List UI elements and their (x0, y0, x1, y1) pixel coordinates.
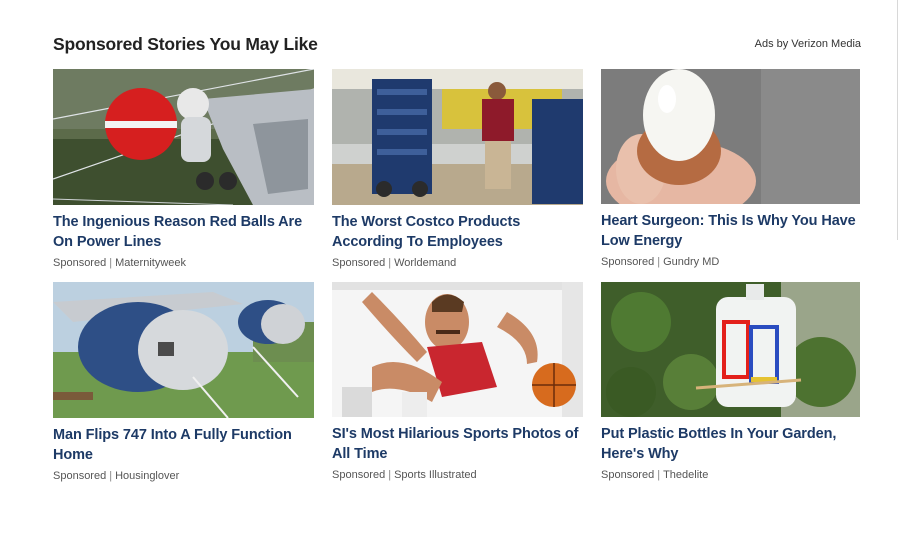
sponsor-source: Sports Illustrated (394, 469, 477, 481)
costco-warehouse-image (332, 69, 583, 205)
story-meta: Sponsored | Gundry MD (601, 256, 860, 268)
story-card-egg[interactable]: Heart Surgeon: This Is Why You Have Low … (601, 69, 860, 268)
meta-separator: | (109, 470, 113, 482)
story-card-red-balls[interactable]: The Ingenious Reason Red Balls Are On Po… (53, 69, 314, 269)
sponsor-source: Thedelite (663, 469, 709, 481)
sponsored-label: Sponsored (332, 257, 386, 269)
story-meta: Sponsored | Housinglover (53, 470, 314, 482)
peeled-egg-image (601, 69, 860, 204)
section-title: Sponsored Stories You May Like (53, 34, 318, 54)
story-thumbnail[interactable] (53, 69, 314, 205)
meta-separator: | (388, 257, 392, 269)
story-card-747-home[interactable]: Man Flips 747 Into A Fully Function Home… (53, 282, 314, 482)
sponsored-label: Sponsored (601, 256, 655, 268)
sponsor-source: Gundry MD (663, 256, 720, 268)
meta-separator: | (657, 256, 661, 268)
story-thumbnail[interactable] (332, 69, 583, 205)
sponsored-label: Sponsored (601, 469, 655, 481)
story-title[interactable]: Put Plastic Bottles In Your Garden, Here… (601, 424, 860, 464)
story-meta: Sponsored | Sports Illustrated (332, 469, 583, 481)
story-thumbnail[interactable] (332, 282, 583, 417)
sponsor-source: Maternityweek (115, 257, 186, 269)
story-meta: Sponsored | Maternityweek (53, 257, 314, 269)
red-ball-powerline-image (53, 69, 314, 205)
story-thumbnail[interactable] (601, 69, 860, 204)
story-thumbnail[interactable] (53, 282, 314, 418)
page-divider (897, 0, 898, 240)
story-meta: Sponsored | Worldemand (332, 257, 583, 269)
bottle-bird-feeder-image (601, 282, 860, 417)
sponsored-label: Sponsored (332, 469, 386, 481)
sponsor-source: Housinglover (115, 470, 180, 482)
sponsored-header: Sponsored Stories You May Like Ads by Ve… (53, 34, 861, 56)
basketball-player-image (332, 282, 583, 417)
sponsored-label: Sponsored (53, 257, 107, 269)
sponsor-source: Worldemand (394, 257, 457, 269)
story-meta: Sponsored | Thedelite (601, 469, 860, 481)
story-card-si-photos[interactable]: SI's Most Hilarious Sports Photos of All… (332, 282, 583, 481)
story-card-costco[interactable]: The Worst Costco Products According To E… (332, 69, 583, 269)
story-title[interactable]: The Ingenious Reason Red Balls Are On Po… (53, 212, 314, 252)
airplane-home-image (53, 282, 314, 418)
story-title[interactable]: Man Flips 747 Into A Fully Function Home (53, 425, 314, 465)
ads-attribution-link[interactable]: Ads by Verizon Media (755, 38, 861, 50)
sponsored-label: Sponsored (53, 470, 107, 482)
story-title[interactable]: The Worst Costco Products According To E… (332, 212, 583, 252)
meta-separator: | (657, 469, 661, 481)
story-title[interactable]: SI's Most Hilarious Sports Photos of All… (332, 424, 583, 464)
meta-separator: | (109, 257, 113, 269)
story-card-plastic-bottles[interactable]: Put Plastic Bottles In Your Garden, Here… (601, 282, 860, 481)
story-title[interactable]: Heart Surgeon: This Is Why You Have Low … (601, 211, 860, 251)
meta-separator: | (388, 469, 392, 481)
story-thumbnail[interactable] (601, 282, 860, 417)
